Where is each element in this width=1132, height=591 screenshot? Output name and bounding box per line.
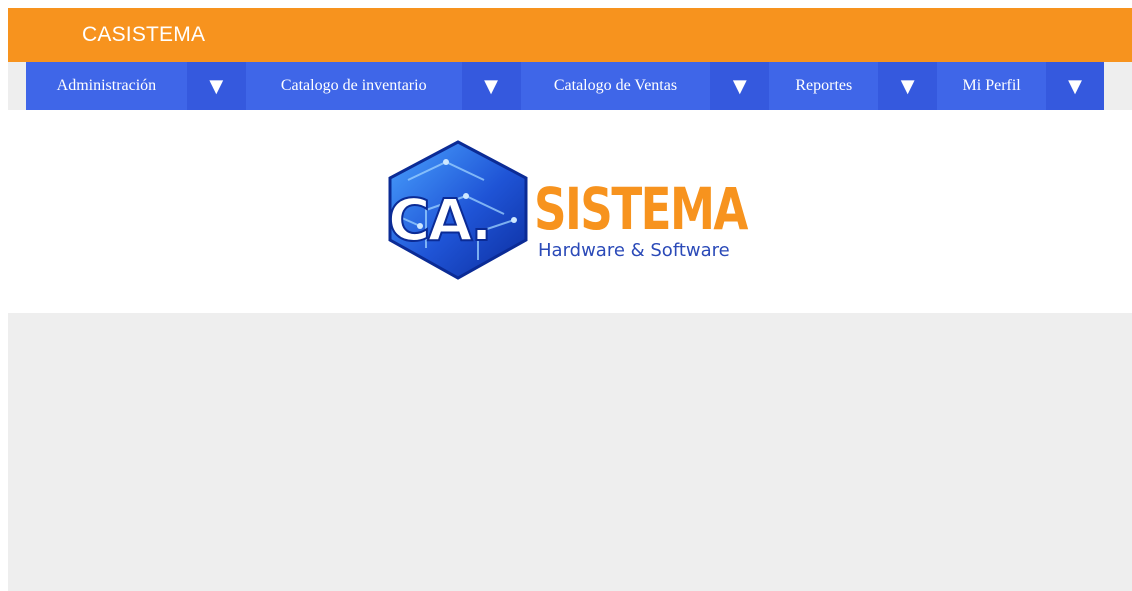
navigation-strip: Administración ▼ Catalogo de inventario … xyxy=(8,62,1132,110)
casistema-logo: CA. SISTEMA Hardware & Software xyxy=(386,140,766,280)
menu-item-catalogo-ventas[interactable]: Catalogo de Ventas xyxy=(521,62,711,110)
triangle-down-icon[interactable]: ▼ xyxy=(710,62,770,110)
app-window: CASISTEMA Administración ▼ Catalogo de i… xyxy=(8,8,1132,591)
app-title: CASISTEMA xyxy=(82,23,206,46)
menu-item-reportes[interactable]: Reportes xyxy=(769,62,878,110)
logo-tagline: Hardware & Software xyxy=(538,240,730,261)
menu-item-mi-perfil[interactable]: Mi Perfil xyxy=(937,62,1046,110)
logo-name: SISTEMA xyxy=(534,175,748,243)
triangle-down-icon[interactable]: ▼ xyxy=(186,62,246,110)
logo-initials: CA. xyxy=(388,186,490,254)
menu-item-catalogo-inventario[interactable]: Catalogo de inventario xyxy=(246,62,462,110)
main-content-area xyxy=(8,313,1132,591)
triangle-down-icon[interactable]: ▼ xyxy=(461,62,521,110)
main-menu: Administración ▼ Catalogo de inventario … xyxy=(26,62,1105,110)
menu-item-administracion[interactable]: Administración xyxy=(26,62,187,110)
top-header-bar: CASISTEMA xyxy=(8,8,1132,62)
triangle-down-icon[interactable]: ▼ xyxy=(878,62,938,110)
logo-banner: CA. SISTEMA Hardware & Software xyxy=(8,110,1132,313)
triangle-down-icon[interactable]: ▼ xyxy=(1046,62,1105,110)
